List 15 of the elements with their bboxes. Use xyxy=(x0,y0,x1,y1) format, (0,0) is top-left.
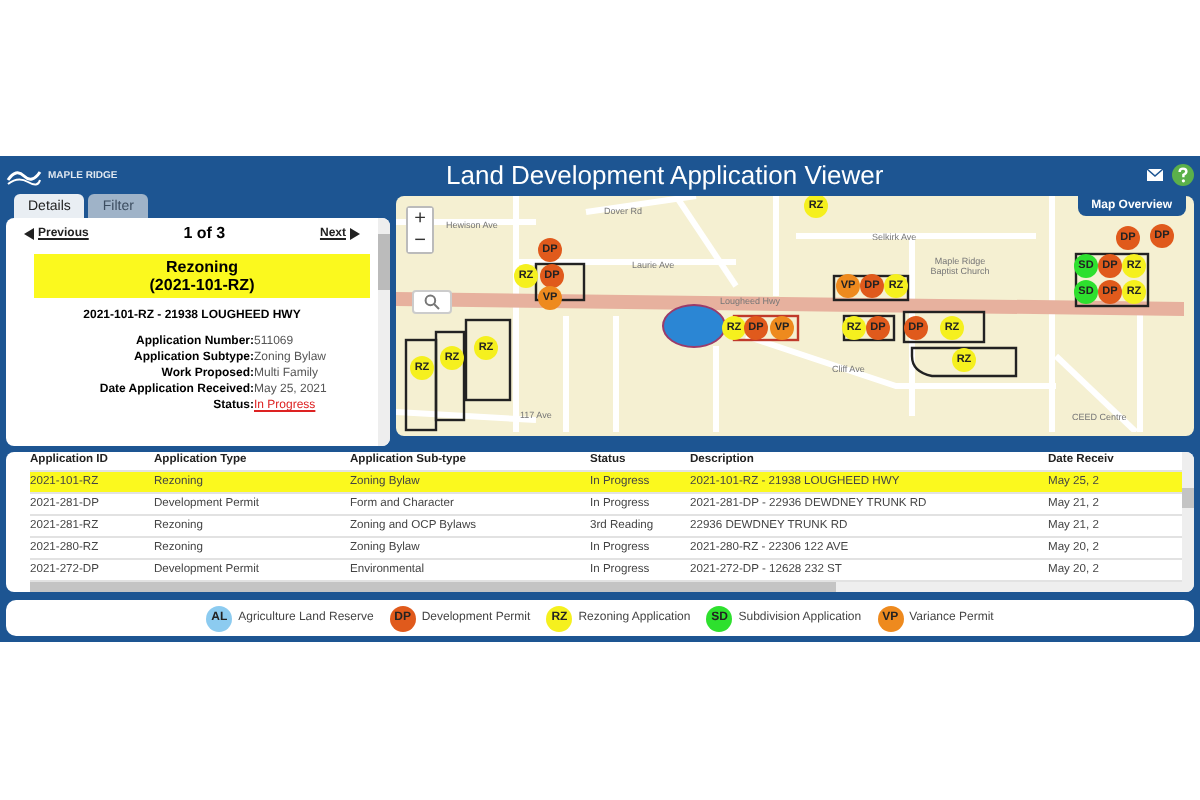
page-position: 1 of 3 xyxy=(183,224,226,242)
search-icon xyxy=(424,294,440,310)
horizontal-scrollbar[interactable] xyxy=(30,582,1182,592)
window-title: Land Development Application Viewer xyxy=(446,160,884,190)
banner-text: Rezoning xyxy=(166,258,238,276)
left-triangle-icon xyxy=(24,227,34,239)
scrollbar[interactable] xyxy=(378,218,390,446)
help-icon[interactable] xyxy=(1172,164,1194,186)
agriculture-reserve-area[interactable] xyxy=(662,304,726,348)
vertical-scrollbar[interactable] xyxy=(1182,452,1194,592)
search-button[interactable] xyxy=(412,290,452,314)
banner-text: (2021-101-RZ) xyxy=(149,276,255,294)
right-triangle-icon xyxy=(350,227,360,239)
mail-icon[interactable] xyxy=(1146,168,1164,182)
wave-icon xyxy=(6,165,42,185)
